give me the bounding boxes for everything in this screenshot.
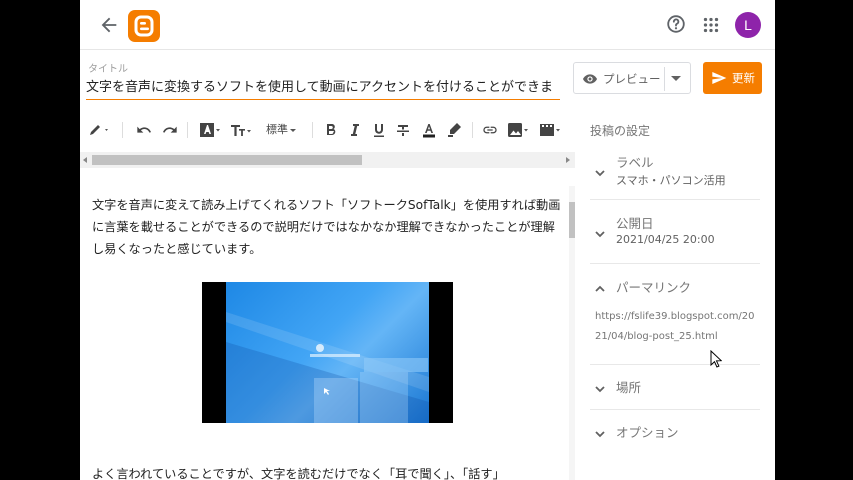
image-icon[interactable] <box>508 122 530 138</box>
post-paragraph[interactable]: 文字を音声に変えて読み上げてくれるソフト「ソフトークSofTalk」を使用すれば… <box>92 194 562 260</box>
italic-icon[interactable] <box>348 122 362 138</box>
link-icon[interactable] <box>482 122 498 138</box>
divider <box>590 263 760 264</box>
chevron-down-icon <box>594 425 606 438</box>
paragraph-style-dropdown[interactable]: 標準 <box>266 122 296 138</box>
divider <box>590 364 760 365</box>
chevron-down-icon <box>594 225 606 238</box>
post-paragraph-next[interactable]: よく言われていることですが、文字を読むだけでなく「耳で聞く」、「話す」 <box>92 464 562 480</box>
chevron-down-icon <box>290 128 296 132</box>
apps-grid-icon[interactable] <box>700 14 722 36</box>
toolbar-divider <box>187 122 188 138</box>
send-icon <box>711 70 727 86</box>
settings-labels-section[interactable]: ラベル スマホ・パソコン活用 <box>590 152 760 188</box>
toolbar-divider <box>122 122 123 138</box>
paragraph-style-label: 標準 <box>266 123 288 136</box>
video-icon[interactable] <box>540 122 562 138</box>
preview-separator <box>664 67 665 91</box>
preview-dropdown-icon[interactable] <box>671 76 681 81</box>
highlight-icon[interactable] <box>446 122 462 138</box>
chevron-down-icon <box>594 380 606 393</box>
toolbar-divider <box>312 122 313 138</box>
title-label: タイトル <box>88 64 128 75</box>
mouse-cursor-icon <box>710 349 723 372</box>
location-title: 場所 <box>616 380 642 395</box>
labels-title: ラベル <box>616 155 654 170</box>
text-background-icon[interactable] <box>200 122 222 138</box>
undo-icon[interactable] <box>136 122 152 138</box>
labels-value: スマホ・パソコン活用 <box>616 174 726 187</box>
settings-location-section[interactable]: 場所 <box>590 377 760 397</box>
post-editor[interactable]: 文字を音声に変えて読み上げてくれるソフト「ソフトークSofTalk」を使用すれば… <box>80 186 568 480</box>
permalink-url[interactable]: https://fslife39.blogspot.com/2021/04/bl… <box>595 307 755 347</box>
scroll-right-icon[interactable] <box>566 157 570 163</box>
post-image[interactable] <box>202 282 453 423</box>
chevron-up-icon <box>594 280 606 292</box>
preview-label: プレビュー <box>603 72 661 86</box>
help-icon[interactable] <box>665 13 687 35</box>
permalink-title: パーマリンク <box>616 280 692 295</box>
bold-icon[interactable] <box>324 122 338 138</box>
preview-button[interactable]: プレビュー <box>573 62 691 94</box>
font-size-icon[interactable] <box>230 122 254 138</box>
title-input[interactable]: 文字を音声に変換するソフトを使用して動画にアクセントを付けることができま <box>86 78 560 100</box>
toolbar-divider <box>472 122 473 138</box>
underline-icon[interactable] <box>372 122 386 138</box>
strikethrough-icon[interactable] <box>396 122 410 138</box>
desktop-screenshot <box>226 282 429 423</box>
settings-permalink-section[interactable]: パーマリンク <box>590 277 760 297</box>
chevron-down-icon <box>594 164 606 177</box>
horizontal-scrollbar[interactable] <box>80 152 575 168</box>
post-settings-panel: 投稿の設定 ラベル スマホ・パソコン活用 公開日 2021/04/25 20:0… <box>575 100 775 480</box>
settings-options-section[interactable]: オプション <box>590 422 760 442</box>
scroll-thumb[interactable] <box>92 155 362 165</box>
format-toolbar: 標準 <box>80 112 575 146</box>
settings-title: 投稿の設定 <box>590 124 651 138</box>
update-button[interactable]: 更新 <box>703 62 762 94</box>
date-title: 公開日 <box>616 216 654 231</box>
blogger-logo-icon[interactable] <box>128 10 160 42</box>
update-label: 更新 <box>732 71 755 85</box>
top-bar: L <box>80 0 775 50</box>
date-value: 2021/04/25 20:00 <box>616 233 715 246</box>
avatar[interactable]: L <box>735 12 761 38</box>
divider <box>590 199 760 200</box>
redo-icon[interactable] <box>162 122 178 138</box>
divider <box>590 409 760 410</box>
options-title: オプション <box>616 425 679 440</box>
back-arrow-icon[interactable] <box>98 14 120 36</box>
text-color-icon[interactable] <box>422 122 436 138</box>
scroll-left-icon[interactable] <box>83 157 87 163</box>
compose-mode-icon[interactable] <box>88 122 112 138</box>
blogger-editor: L タイトル 文字を音声に変換するソフトを使用して動画にアクセントを付けることが… <box>80 0 775 480</box>
eye-icon <box>581 71 599 87</box>
settings-date-section[interactable]: 公開日 2021/04/25 20:00 <box>590 213 760 249</box>
